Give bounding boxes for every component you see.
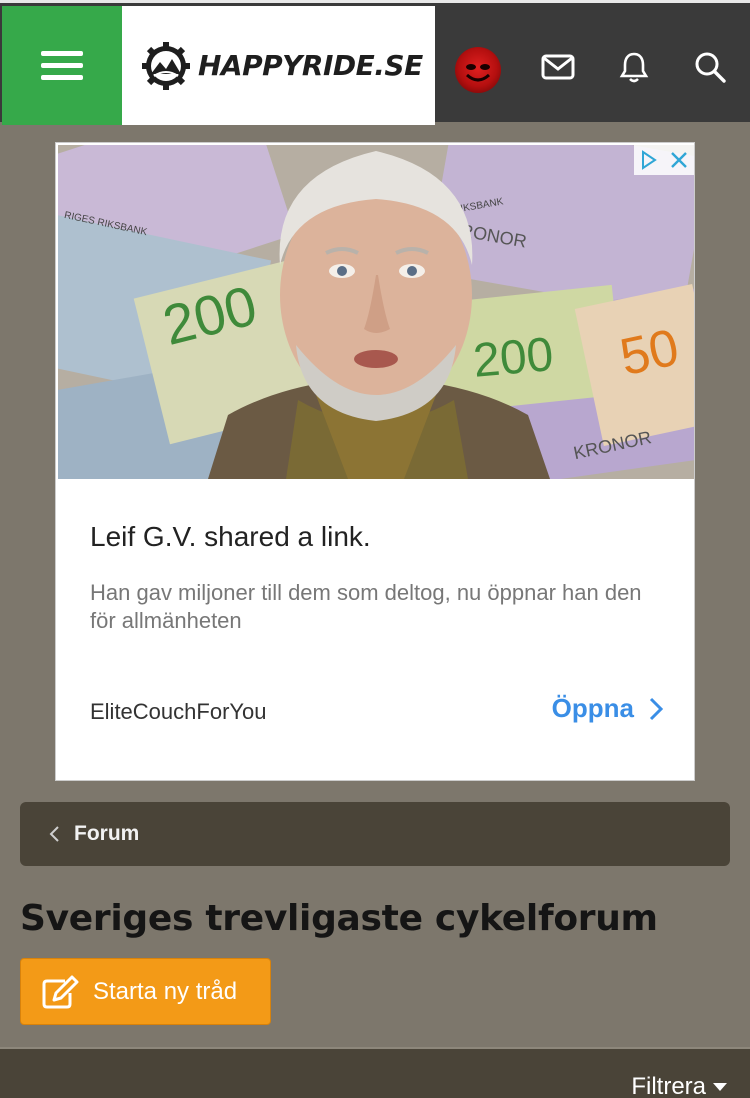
edit-icon xyxy=(42,975,79,1008)
site-logo[interactable]: HAPPYRIDE.SE xyxy=(122,6,435,125)
ad-open-button[interactable]: Öppna xyxy=(552,693,664,724)
ad-image-text: 200 xyxy=(471,328,555,388)
filter-bar: Filtrera xyxy=(0,1047,750,1098)
ad-controls xyxy=(634,145,694,175)
bell-icon[interactable] xyxy=(616,49,652,85)
page-title: Sveriges trevligaste cykelforum xyxy=(20,898,658,939)
breadcrumb[interactable]: Forum xyxy=(20,802,730,866)
mail-icon[interactable] xyxy=(540,49,576,85)
chevron-left-icon xyxy=(49,826,59,842)
caret-down-icon xyxy=(713,1083,727,1091)
top-header: HAPPYRIDE.SE xyxy=(0,0,750,125)
new-thread-label: Starta ny tråd xyxy=(93,977,238,1005)
logo-text: HAPPYRIDE.SE xyxy=(198,49,423,82)
filter-button[interactable]: Filtrera xyxy=(631,1073,728,1098)
ad-image[interactable]: 200 200 50 KRONOR KRONOR RIGES RIKSBANK … xyxy=(58,145,694,479)
ad-card[interactable]: 200 200 50 KRONOR KRONOR RIGES RIKSBANK … xyxy=(55,142,695,781)
ad-image-text: 50 xyxy=(615,318,684,387)
logo-gear-icon xyxy=(142,41,190,90)
menu-button[interactable] xyxy=(2,6,122,125)
ad-open-label: Öppna xyxy=(551,693,634,723)
ad-title[interactable]: Leif G.V. shared a link. xyxy=(90,521,371,553)
chevron-right-icon xyxy=(649,697,664,720)
ad-description: Han gav miljoner till dem som deltog, nu… xyxy=(90,580,642,633)
filter-label: Filtrera xyxy=(631,1073,706,1098)
avatar[interactable] xyxy=(455,47,501,93)
close-icon[interactable] xyxy=(664,145,694,175)
new-thread-button[interactable]: Starta ny tråd xyxy=(20,958,271,1025)
adchoices-icon[interactable] xyxy=(634,145,664,175)
ad-source: EliteCouchForYou xyxy=(90,699,267,724)
menu-icon xyxy=(41,44,83,87)
breadcrumb-label: Forum xyxy=(74,822,140,845)
search-icon[interactable] xyxy=(692,49,728,85)
